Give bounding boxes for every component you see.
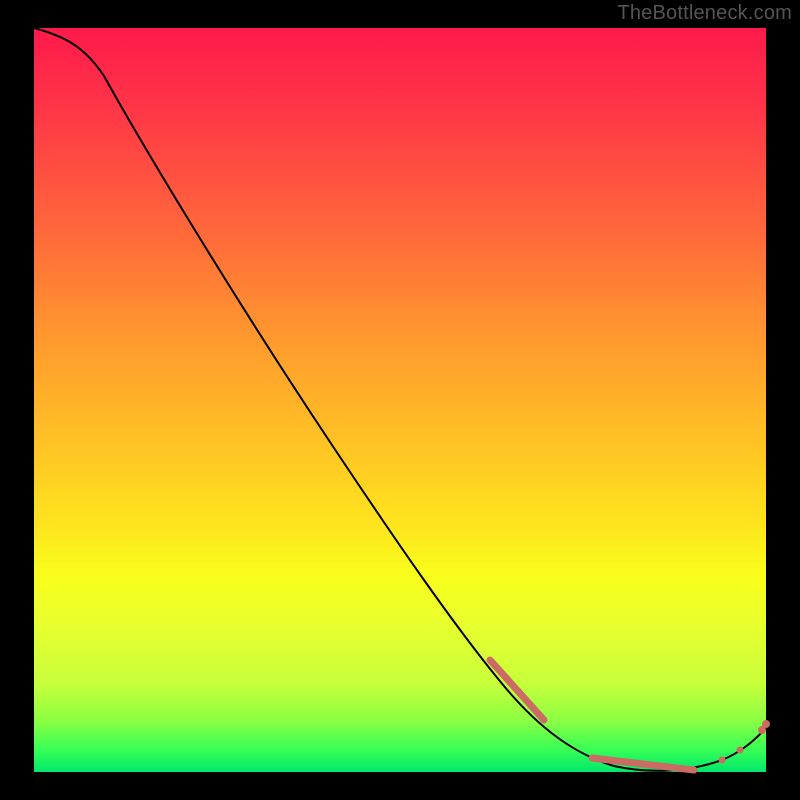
curve-layer: [34, 28, 766, 772]
bottleneck-curve: [34, 28, 766, 771]
marker-tail-1: [719, 757, 726, 764]
chart-frame: TheBottleneck.com: [0, 0, 800, 800]
attribution-label: TheBottleneck.com: [617, 2, 792, 25]
marker-cluster-a: [490, 660, 544, 720]
marker-tail-4: [762, 720, 770, 728]
marker-tail-2: [737, 747, 744, 754]
plot-area: [34, 28, 766, 772]
